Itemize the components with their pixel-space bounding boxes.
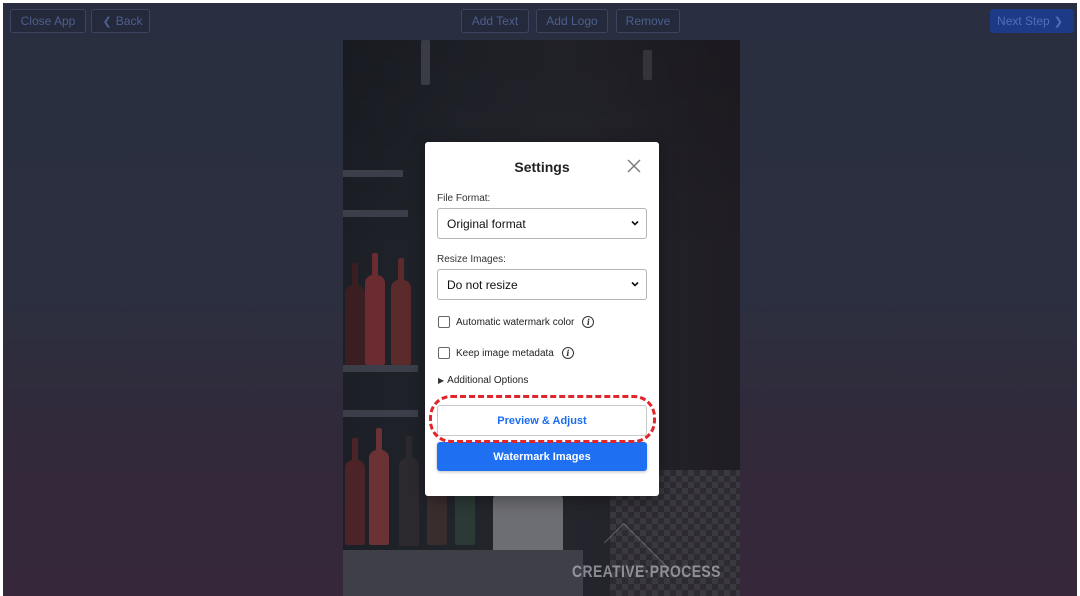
back-button[interactable]: ❮ Back (91, 9, 150, 33)
shelf (343, 410, 418, 417)
remove-button[interactable]: Remove (616, 9, 680, 33)
auto-watermark-color-checkbox[interactable] (438, 316, 450, 328)
auto-watermark-color-option: Automatic watermark color i (438, 316, 595, 328)
add-text-button[interactable]: Add Text (461, 9, 529, 33)
resize-images-value: Do not resize (447, 277, 518, 292)
pendant-lamp (421, 40, 430, 85)
file-format-value: Original format (447, 216, 526, 231)
additional-options-label: Additional Options (447, 375, 529, 386)
remove-label: Remove (625, 14, 671, 28)
bottle (345, 263, 365, 365)
additional-options-toggle[interactable]: ▶ Additional Options (438, 375, 528, 386)
add-logo-label: Add Logo (546, 14, 598, 28)
shelf (343, 210, 408, 217)
close-icon[interactable] (625, 157, 643, 175)
bottle (365, 253, 385, 365)
next-step-label: Next Step (997, 14, 1050, 28)
chevron-left-icon: ❮ (102, 15, 112, 28)
preview-adjust-label: Preview & Adjust (497, 414, 587, 427)
auto-watermark-color-label: Automatic watermark color (456, 316, 575, 328)
bottle (369, 428, 389, 545)
chevron-down-icon (631, 220, 639, 226)
shelf (343, 365, 418, 372)
close-app-button[interactable]: Close App (10, 9, 86, 33)
shelf (343, 170, 403, 177)
watermark-images-button[interactable]: Watermark Images (437, 442, 647, 471)
bottle (399, 436, 419, 546)
dialog-title: Settings (514, 159, 570, 175)
add-text-label: Add Text (471, 14, 519, 28)
watermark-logo-text: CREATIVE·PROCESS (572, 562, 721, 581)
watermark-images-label: Watermark Images (493, 450, 591, 463)
keep-metadata-checkbox[interactable] (438, 347, 450, 359)
keep-metadata-option: Keep image metadata i (438, 347, 574, 359)
chevron-down-icon (631, 281, 639, 287)
bottle (391, 258, 411, 365)
settings-dialog: Settings File Format: Original format Re… (425, 142, 659, 496)
triangle-right-icon: ▶ (438, 376, 445, 385)
resize-images-label: Resize Images: (437, 254, 506, 265)
chevron-right-icon: ❯ (1053, 15, 1063, 28)
preview-adjust-button[interactable]: Preview & Adjust (437, 405, 647, 436)
close-app-label: Close App (20, 14, 76, 28)
file-format-label: File Format: (437, 193, 491, 204)
info-icon[interactable]: i (561, 347, 574, 359)
resize-images-select[interactable]: Do not resize (437, 269, 647, 300)
keep-metadata-label: Keep image metadata (456, 347, 554, 359)
back-label: Back (115, 14, 143, 28)
pendant-lamp (643, 50, 652, 80)
info-icon[interactable]: i (582, 316, 595, 328)
file-format-select[interactable]: Original format (437, 208, 647, 239)
bottle (345, 438, 365, 545)
next-step-button[interactable]: Next Step ❯ (990, 9, 1074, 33)
kitchen-counter (343, 550, 583, 596)
add-logo-button[interactable]: Add Logo (536, 9, 608, 33)
